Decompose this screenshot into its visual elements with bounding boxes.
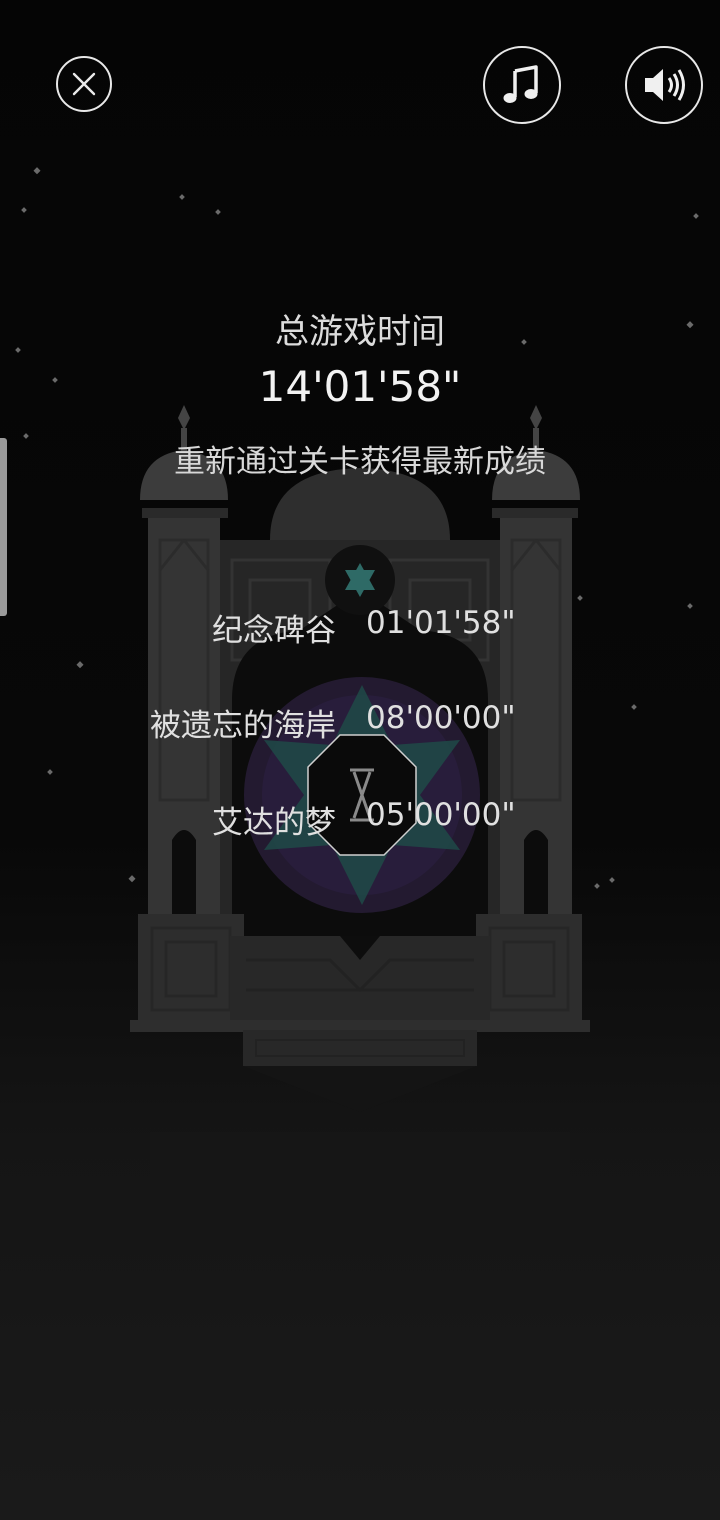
music-toggle-button[interactable]	[483, 46, 561, 124]
level-name: 纪念碑谷	[212, 613, 336, 649]
level-name: 艾达的梦	[212, 805, 336, 841]
level-time: 01'01'58"	[366, 605, 516, 641]
close-icon	[72, 72, 96, 96]
total-playtime-title: 总游戏时间	[275, 312, 445, 352]
speaker-icon	[645, 69, 685, 101]
monument-illustration	[130, 405, 590, 1202]
music-note-icon	[503, 65, 538, 103]
total-playtime-value: 14'01'58"	[258, 362, 462, 411]
close-button[interactable]	[56, 56, 112, 112]
level-time: 08'00'00"	[366, 700, 516, 736]
replay-hint: 重新通过关卡获得最新成绩	[174, 444, 546, 480]
level-name: 被遗忘的海岸	[150, 708, 336, 744]
sound-toggle-button[interactable]	[625, 46, 703, 124]
level-time: 05'00'00"	[366, 797, 516, 833]
game-screen: 总游戏时间 14'01'58" 重新通过关卡获得最新成绩 纪念碑谷 01'01'…	[0, 0, 720, 1520]
